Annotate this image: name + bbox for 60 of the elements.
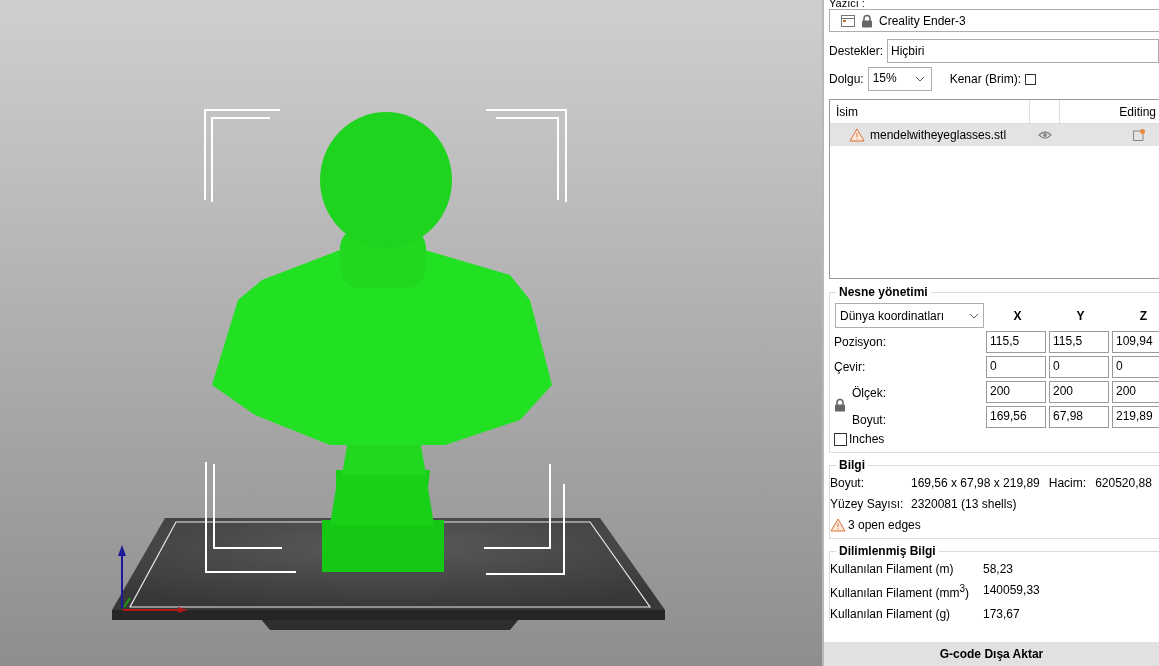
section-title: Bilgi <box>836 458 868 472</box>
checkbox-label: Inches <box>849 432 885 446</box>
printer-icon <box>841 14 855 27</box>
input-field[interactable]: 200 <box>1049 381 1109 403</box>
info-label: Kullanılan Filament (m) <box>830 562 955 576</box>
info-label: Kullanılan Filament (mm$^{3}$) <box>830 583 970 600</box>
printer-select[interactable]: Creality Ender-3 <box>829 9 1159 32</box>
input-field[interactable]: 0 <box>1112 356 1159 378</box>
info-label: Boyut: <box>830 476 866 490</box>
input-field[interactable]: 200 <box>986 381 1046 403</box>
section-title: Nesne yönetimi <box>836 285 931 299</box>
caret-icon <box>914 76 925 82</box>
info-value: 2320081 (13 shells) <box>911 497 1018 511</box>
input-field[interactable]: 115,5 <box>986 331 1046 353</box>
column-header[interactable]: İsim <box>830 100 1030 123</box>
field-label: Boyut: <box>852 412 887 427</box>
field-label: Destekler: <box>829 44 884 58</box>
info-label: Kullanılan Filament (g) <box>830 607 952 621</box>
axis-label: X <box>1012 308 1023 323</box>
input-field[interactable]: 109,94 <box>1112 331 1159 353</box>
supports-select[interactable]: Hiçbiri <box>887 39 1159 63</box>
field-label: Kenar (Brim): <box>949 72 1022 86</box>
info-value: 58,23 <box>983 562 1015 576</box>
object-row[interactable]: mendelwitheyeglasses.stl <box>830 124 1159 146</box>
settings-badge-icon <box>1132 128 1146 142</box>
warning-text: 3 open edges <box>848 518 921 532</box>
info-value: 620520,88 <box>1095 476 1152 490</box>
field-label: Yazıcı : <box>829 0 866 6</box>
input-field[interactable]: 115,5 <box>1049 331 1109 353</box>
axis-gizmo-icon <box>118 545 188 613</box>
eye-icon[interactable] <box>1038 130 1052 140</box>
field-label: Çevir: <box>834 360 867 374</box>
infill-select[interactable]: 15% <box>867 67 932 91</box>
caret-icon <box>969 312 979 319</box>
lock-icon <box>861 13 873 28</box>
column-header[interactable]: Editing <box>1060 100 1159 123</box>
input-field[interactable]: 169,56 <box>986 406 1046 428</box>
info-value: 169,56 x 67,98 x 219,89 <box>911 476 1040 490</box>
info-value: 140059,33 <box>983 583 1041 599</box>
checkbox[interactable] <box>1025 73 1037 85</box>
axis-label: Z <box>1138 308 1149 323</box>
checkbox[interactable] <box>834 432 847 446</box>
warning-icon <box>830 518 846 532</box>
axis-label: Y <box>1075 308 1086 323</box>
input-field[interactable]: 67,98 <box>1049 406 1109 428</box>
coordinate-select[interactable]: Dünya koordinatları <box>835 303 984 328</box>
info-label: Hacim: <box>1048 476 1087 490</box>
input-field[interactable]: 0 <box>1049 356 1109 378</box>
info-label: Yüzey Sayısı: <box>830 497 905 511</box>
file-name: mendelwitheyeglasses.stl <box>870 128 1007 142</box>
input-field[interactable]: 200 <box>1112 381 1159 403</box>
lock-icon[interactable] <box>834 397 846 412</box>
field-label: Pozisyon: <box>834 335 888 349</box>
input-field[interactable]: 0 <box>986 356 1046 378</box>
input-field[interactable]: 219,89 <box>1112 406 1159 428</box>
section-title: Dilimlenmiş Bilgi <box>836 544 939 558</box>
field-label: Ölçek: <box>852 385 887 400</box>
info-value: 173,67 <box>983 607 1021 621</box>
field-label: Dolgu: <box>829 72 864 86</box>
export-gcode-button[interactable]: G-code Dışa Aktar <box>824 642 1159 666</box>
